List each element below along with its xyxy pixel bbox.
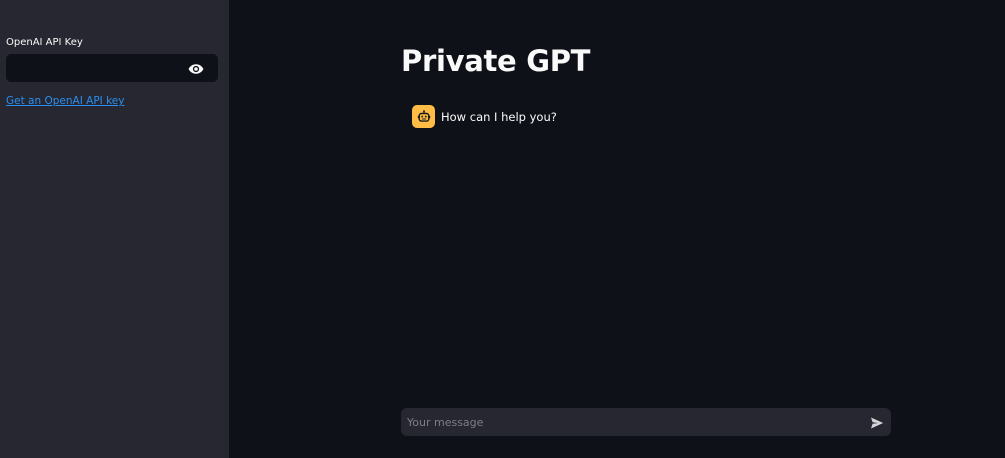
assistant-message: How can I help you? xyxy=(412,105,557,128)
app-window: OpenAI API Key Get an OpenAI API key Pri… xyxy=(0,0,1005,458)
api-key-field[interactable] xyxy=(6,54,218,82)
robot-face-icon xyxy=(412,105,435,128)
api-key-input[interactable] xyxy=(14,58,184,78)
eye-icon[interactable] xyxy=(188,61,204,75)
message-text: How can I help you? xyxy=(441,109,557,124)
send-icon[interactable] xyxy=(870,415,884,429)
page-title: Private GPT xyxy=(401,44,591,78)
api-key-label: OpenAI API Key xyxy=(6,37,83,48)
chat-input[interactable] xyxy=(407,412,857,432)
main-content: Private GPT How can I help you? xyxy=(229,0,1005,458)
sidebar: OpenAI API Key Get an OpenAI API key xyxy=(0,0,229,458)
get-api-key-link[interactable]: Get an OpenAI API key xyxy=(6,95,124,107)
chat-input-bar[interactable] xyxy=(401,408,891,436)
